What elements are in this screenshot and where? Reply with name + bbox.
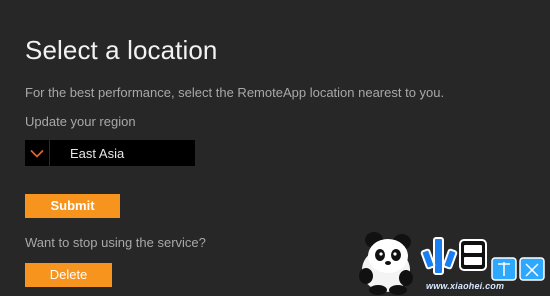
region-label: Update your region: [25, 114, 136, 129]
chevron-down-icon[interactable]: [25, 140, 50, 166]
location-settings-page: Select a location For the best performan…: [0, 0, 550, 296]
region-select-value: East Asia: [70, 145, 125, 161]
watermark-url: www.xiaohei.com: [426, 281, 505, 291]
delete-button[interactable]: Delete: [25, 263, 112, 287]
logo-game-glyphs: [491, 257, 545, 281]
page-title: Select a location: [25, 35, 218, 65]
submit-button[interactable]: Submit: [25, 194, 120, 218]
page-description: For the best performance, select the Rem…: [25, 85, 445, 100]
stop-service-text: Want to stop using the service?: [25, 235, 206, 250]
logo-glyphs: [420, 237, 487, 275]
panda-mascot-icon: [359, 232, 413, 295]
region-select[interactable]: East Asia: [25, 140, 195, 166]
